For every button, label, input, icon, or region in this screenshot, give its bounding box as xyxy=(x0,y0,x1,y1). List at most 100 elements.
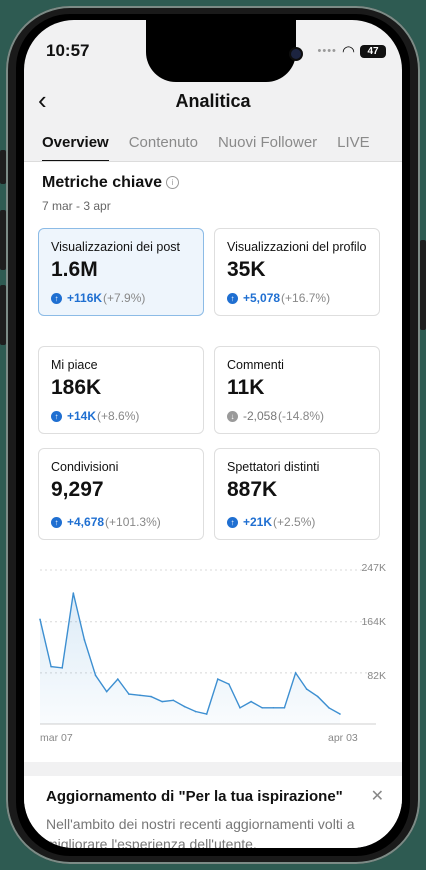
close-icon[interactable]: ✕ xyxy=(371,786,384,806)
data-point xyxy=(39,618,41,621)
metric-change-pct: (+8.6%) xyxy=(97,409,140,423)
data-point xyxy=(183,705,186,708)
metric-value: 9,297 xyxy=(51,478,104,501)
metric-card-likes[interactable]: Mi piace 186K ↑ +14K (+8.6%) xyxy=(38,346,204,434)
series-area xyxy=(40,593,340,724)
notice-body: Nell'ambito dei nostri recenti aggiornam… xyxy=(46,816,355,848)
data-point xyxy=(272,706,275,709)
metric-change: ↑ +116K (+7.9%) xyxy=(51,291,145,305)
arrow-up-circle-icon: ↑ xyxy=(227,516,238,528)
data-point xyxy=(72,592,75,594)
metric-change: ↑ +5,078 (+16.7%) xyxy=(227,291,330,305)
battery-icon: 47 xyxy=(360,44,386,58)
metric-change-pct: (+16.7%) xyxy=(281,291,331,305)
metric-value: 887K xyxy=(227,478,278,501)
y-tick-label: 164K xyxy=(361,616,386,628)
volume-up-button xyxy=(0,210,6,270)
metric-label: Visualizzazioni del profilo xyxy=(227,240,367,254)
section-gap xyxy=(24,762,402,776)
page-title: Analitica xyxy=(175,91,251,111)
metric-card-profile-views[interactable]: Visualizzazioni del profilo 35K ↑ +5,078(… xyxy=(214,228,380,316)
data-point xyxy=(50,665,52,668)
views-chart[interactable]: 247K 164K 82K mar 07 apr 03 xyxy=(36,556,390,756)
screen: 10:57 •••• ◠ 47 ‹ Analitica Overview Con… xyxy=(24,20,402,848)
metric-label: Mi piace xyxy=(51,358,98,372)
tab-overview[interactable]: Overview xyxy=(42,124,109,162)
metric-label: Visualizzazioni dei post xyxy=(51,240,181,254)
data-point xyxy=(128,693,130,695)
metric-label: Commenti xyxy=(227,358,284,372)
data-point xyxy=(239,706,241,709)
metric-label: Spettatori distinti xyxy=(227,460,320,474)
info-icon[interactable]: i xyxy=(166,176,180,189)
data-point xyxy=(216,678,219,680)
tab-bar: Overview Contenuto Nuovi Follower LIVE xyxy=(24,124,402,162)
x-tick-label: mar 07 xyxy=(40,732,73,744)
metric-value: 11K xyxy=(227,376,265,399)
arrow-up-circle-icon: ↑ xyxy=(51,410,62,422)
data-point xyxy=(250,700,252,703)
data-point xyxy=(316,695,319,698)
data-point xyxy=(172,699,175,702)
metric-value: 186K xyxy=(51,376,102,399)
data-point xyxy=(61,667,64,669)
phone-bezel: 10:57 •••• ◠ 47 ‹ Analitica Overview Con… xyxy=(16,14,410,856)
data-point xyxy=(150,695,152,698)
y-tick-label: 247K xyxy=(361,562,386,574)
dynamic-island xyxy=(146,20,301,82)
metric-change-value: +4,678 xyxy=(67,515,105,529)
tab-contenuto[interactable]: Contenuto xyxy=(129,124,198,162)
arrow-up-circle-icon: ↑ xyxy=(227,292,238,304)
data-point xyxy=(83,639,86,641)
metric-change: ↑ +4,678 (+101.3%) xyxy=(51,515,161,529)
metric-change-pct: (+2.5%) xyxy=(273,515,316,529)
metric-value: 35K xyxy=(227,258,266,281)
data-point xyxy=(116,678,119,680)
metric-change-value: +116K xyxy=(67,291,103,305)
app-header: ‹ Analitica xyxy=(24,82,402,122)
metric-change-pct: (-14.8%) xyxy=(278,409,325,423)
camera-icon xyxy=(291,49,301,59)
data-point xyxy=(294,672,297,674)
metric-change: ↑ +14K (+8.6%) xyxy=(51,409,139,423)
metric-change-pct: (+7.9%) xyxy=(103,291,146,305)
status-icons: •••• ◠ 47 xyxy=(317,42,386,60)
date-range: 7 mar - 3 apr xyxy=(42,199,111,213)
data-point xyxy=(194,710,197,713)
status-time: 10:57 xyxy=(46,41,90,60)
chart-svg xyxy=(39,569,376,725)
data-point xyxy=(205,713,208,715)
metric-change-value: -2,058 xyxy=(243,409,278,423)
mute-switch xyxy=(0,150,6,184)
metric-change-value: +5,078 xyxy=(243,291,281,305)
metric-change-value: +21K xyxy=(243,515,273,529)
metric-card-comments[interactable]: Commenti 11K ↓ -2,058 (-14.8%) xyxy=(214,346,380,434)
metric-change: ↓ -2,058 (-14.8%) xyxy=(227,409,324,423)
power-button xyxy=(420,240,426,330)
x-tick-label: apr 03 xyxy=(328,732,358,744)
metric-change: ↑ +21K (+2.5%) xyxy=(227,515,315,529)
metric-label: Condivisioni xyxy=(51,460,119,474)
arrow-up-circle-icon: ↑ xyxy=(51,292,62,304)
data-point xyxy=(94,674,97,677)
signal-icon: •••• xyxy=(317,45,337,57)
metric-value: 1.6M xyxy=(51,258,98,281)
metric-card-shares[interactable]: Condivisioni 9,297 ↑ +4,678 (+101.3%) xyxy=(38,448,204,540)
wifi-icon: ◠ xyxy=(341,43,355,60)
arrow-up-circle-icon: ↑ xyxy=(51,516,62,528)
tab-live[interactable]: LIVE xyxy=(337,124,370,162)
metric-card-post-views[interactable]: Visualizzazioni dei post 1.6M ↑ +116K (+7.… xyxy=(38,228,204,316)
section-title: Metriche chiave i xyxy=(42,174,180,192)
metric-change-pct: (+101.3%) xyxy=(105,515,161,529)
data-point xyxy=(328,706,330,709)
tab-nuovi-follower[interactable]: Nuovi Follower xyxy=(218,124,317,162)
data-point xyxy=(339,713,341,715)
data-point xyxy=(105,690,108,693)
volume-down-button xyxy=(0,285,6,345)
notice-title: Aggiornamento di "Per la tua ispirazione… xyxy=(46,788,343,805)
data-point xyxy=(283,706,286,709)
metric-change-value: +14K xyxy=(67,409,97,423)
arrow-down-circle-icon: ↓ xyxy=(227,410,238,422)
section-title-text: Metriche chiave xyxy=(42,174,163,191)
metric-card-unique-viewers[interactable]: Spettatori distinti 887K ↑ +21K (+2.5%) xyxy=(214,448,380,540)
